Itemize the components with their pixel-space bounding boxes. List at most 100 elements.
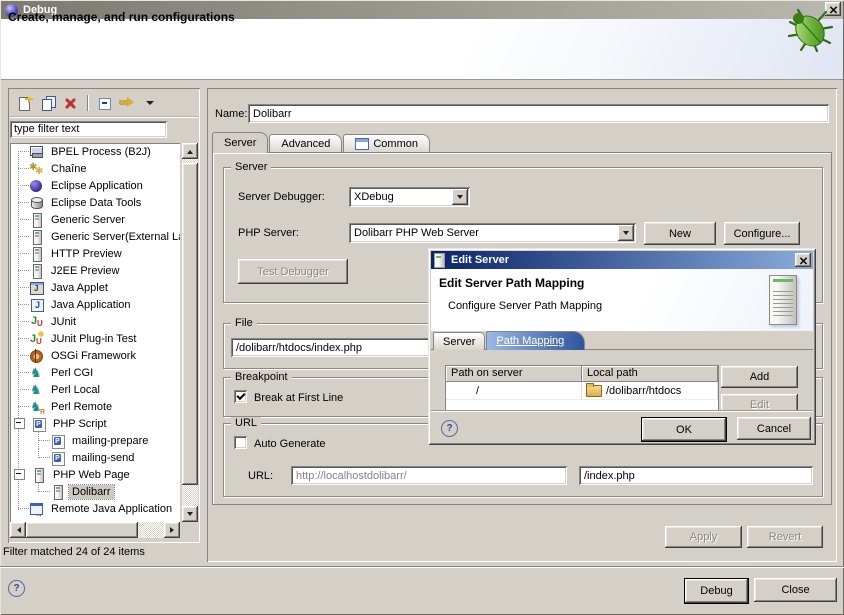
column-header-path-on-server[interactable]: Path on server (446, 366, 582, 382)
tree-horizontal-scrollbar[interactable] (10, 522, 180, 538)
horizontal-scroll-thumb[interactable] (26, 522, 138, 538)
scroll-up-button[interactable] (182, 143, 198, 159)
dialog-tabs: ServerPath Mapping (431, 331, 813, 350)
tab-server[interactable]: Server (212, 132, 268, 153)
help-icon[interactable] (8, 580, 25, 597)
tree-item-junit-plug-in-test[interactable]: JUnit Plug-in Test (10, 330, 180, 347)
tree-connector (18, 508, 29, 509)
camel-icon (29, 365, 45, 381)
edit-server-titlebar[interactable]: Edit Server (431, 251, 813, 269)
tree-item-java-application[interactable]: Java Application (10, 296, 180, 313)
tree-item-cha-ne[interactable]: Chaîne (10, 160, 180, 177)
scroll-down-button[interactable] (182, 506, 198, 522)
tree-item-junit[interactable]: JUnit (10, 313, 180, 330)
tree-connector (18, 253, 29, 254)
table-icon (355, 138, 369, 150)
path-on-server-cell: / (446, 382, 582, 399)
duplicate-configuration-button[interactable] (37, 93, 59, 113)
apply-button[interactable]: Apply (665, 526, 742, 548)
tree-item-label: Eclipse Application (48, 179, 146, 193)
edit-server-subheading: Configure Server Path Mapping (448, 300, 602, 312)
tree-vertical-scrollbar[interactable] (182, 143, 198, 522)
break-at-first-line-checkbox[interactable] (234, 390, 247, 403)
mapping-row[interactable]: //dolibarr/htdocs (446, 382, 718, 400)
tree-connector (18, 406, 29, 407)
tab-common[interactable]: Common (343, 134, 430, 153)
tree-item-perl-remote[interactable]: Perl Remote (10, 398, 180, 415)
vertical-scroll-thumb[interactable] (182, 163, 198, 485)
close-button[interactable]: Close (754, 578, 837, 602)
tree-expander-minus[interactable] (14, 418, 25, 429)
auto-generate-checkbox[interactable] (234, 436, 247, 449)
tree-item-eclipse-application[interactable]: Eclipse Application (10, 177, 180, 194)
column-header-local-path[interactable]: Local path (582, 366, 718, 382)
tree-item-remote-java-application[interactable]: Remote Java Application (10, 500, 180, 517)
tree-expander-minus[interactable] (14, 469, 25, 480)
test-debugger-button[interactable]: Test Debugger (238, 259, 348, 284)
edit-server-close-button[interactable] (795, 253, 811, 267)
new-configuration-button[interactable] (14, 93, 36, 113)
tree-item-mailing-send[interactable]: mailing-send (10, 449, 180, 466)
edit-mapping-button[interactable]: Edit (721, 394, 798, 410)
tree-connector (18, 168, 29, 169)
tree-item-generic-server[interactable]: Generic Server (10, 211, 180, 228)
tree-connector (38, 449, 50, 466)
scroll-right-button[interactable] (164, 522, 180, 538)
banner-heading: Create, manage, and run configurations (8, 10, 235, 24)
dropdown-arrow-icon[interactable] (618, 225, 634, 241)
add-mapping-button[interactable]: Add (721, 366, 798, 388)
cancel-label: Cancel (757, 423, 791, 435)
arrow-right-icon (170, 527, 177, 533)
tree-item-http-preview[interactable]: HTTP Preview (10, 245, 180, 262)
tree-item-dolibarr[interactable]: Dolibarr (10, 483, 180, 500)
tree-item-bpel-process-b2j[interactable]: BPEL Process (B2J) (10, 143, 180, 160)
dialog-tab-server[interactable]: Server (433, 332, 485, 350)
computer-icon (29, 144, 45, 160)
tree-item-perl-local[interactable]: Perl Local (10, 381, 180, 398)
mapping-table-header: Path on serverLocal path (446, 366, 718, 382)
tree-item-j2ee-preview[interactable]: J2EE Preview (10, 262, 180, 279)
collapse-all-button[interactable] (93, 93, 115, 113)
help-icon[interactable] (441, 420, 458, 437)
tab-advanced[interactable]: Advanced (269, 134, 342, 153)
tree-connector (18, 270, 29, 271)
scroll-left-button[interactable] (10, 522, 26, 538)
tree-item-php-web-page[interactable]: PHP Web Page (10, 466, 180, 483)
filter-input[interactable]: type filter text (10, 121, 167, 138)
configuration-tree[interactable]: BPEL Process (B2J)Chaîne Eclipse Applicat… (10, 143, 180, 522)
tree-item-label: Perl CGI (48, 366, 96, 380)
filter-configurations-button[interactable] (116, 93, 138, 113)
php-server-select[interactable]: Dolibarr PHP Web Server (349, 223, 636, 243)
new-server-button[interactable]: New (644, 222, 716, 245)
delete-configuration-button[interactable] (60, 93, 82, 113)
tree-item-eclipse-data-tools[interactable]: Eclipse Data Tools (10, 194, 180, 211)
debug-button[interactable]: Debug (684, 578, 749, 604)
name-input[interactable]: Dolibarr (248, 104, 829, 123)
tab-label: Server (224, 137, 256, 149)
tree-item-php-script[interactable]: PHP Script (10, 415, 180, 432)
toolbar-menu-button[interactable] (139, 93, 161, 113)
cancel-button[interactable]: Cancel (737, 417, 811, 440)
tree-item-label: Remote Java Application (48, 502, 175, 516)
tree-item-label: Java Applet (48, 281, 111, 295)
tree-item-osgi-framework[interactable]: OSGi Framework (10, 347, 180, 364)
tree-item-perl-cgi[interactable]: Perl CGI (10, 364, 180, 381)
mapping-table[interactable]: Path on serverLocal path//dolibarr/htdoc… (446, 366, 718, 410)
dropdown-arrow-icon[interactable] (452, 189, 468, 205)
tree-item-label: PHP Script (50, 417, 110, 431)
dialog-tab-path-mapping[interactable]: Path Mapping (486, 331, 585, 350)
db-icon (29, 195, 45, 211)
ok-button[interactable]: OK (641, 417, 727, 442)
tree-item-generic-server-external-la[interactable]: Generic Server(External La (10, 228, 180, 245)
tree-item-mailing-prepare[interactable]: mailing-prepare (10, 432, 180, 449)
url-path-input[interactable]: /index.php (579, 466, 813, 485)
tree-item-java-applet[interactable]: Java Applet (10, 279, 180, 296)
tree-item-label: mailing-prepare (69, 434, 151, 448)
revert-button[interactable]: Revert (747, 526, 823, 548)
test-debugger-label: Test Debugger (257, 266, 329, 278)
tree-connector (18, 287, 29, 288)
configure-server-button[interactable]: Configure... (724, 222, 800, 245)
server-icon (29, 229, 45, 245)
server-debugger-select[interactable]: XDebug (349, 187, 470, 207)
filter-status: Filter matched 24 of 24 items (3, 546, 145, 558)
